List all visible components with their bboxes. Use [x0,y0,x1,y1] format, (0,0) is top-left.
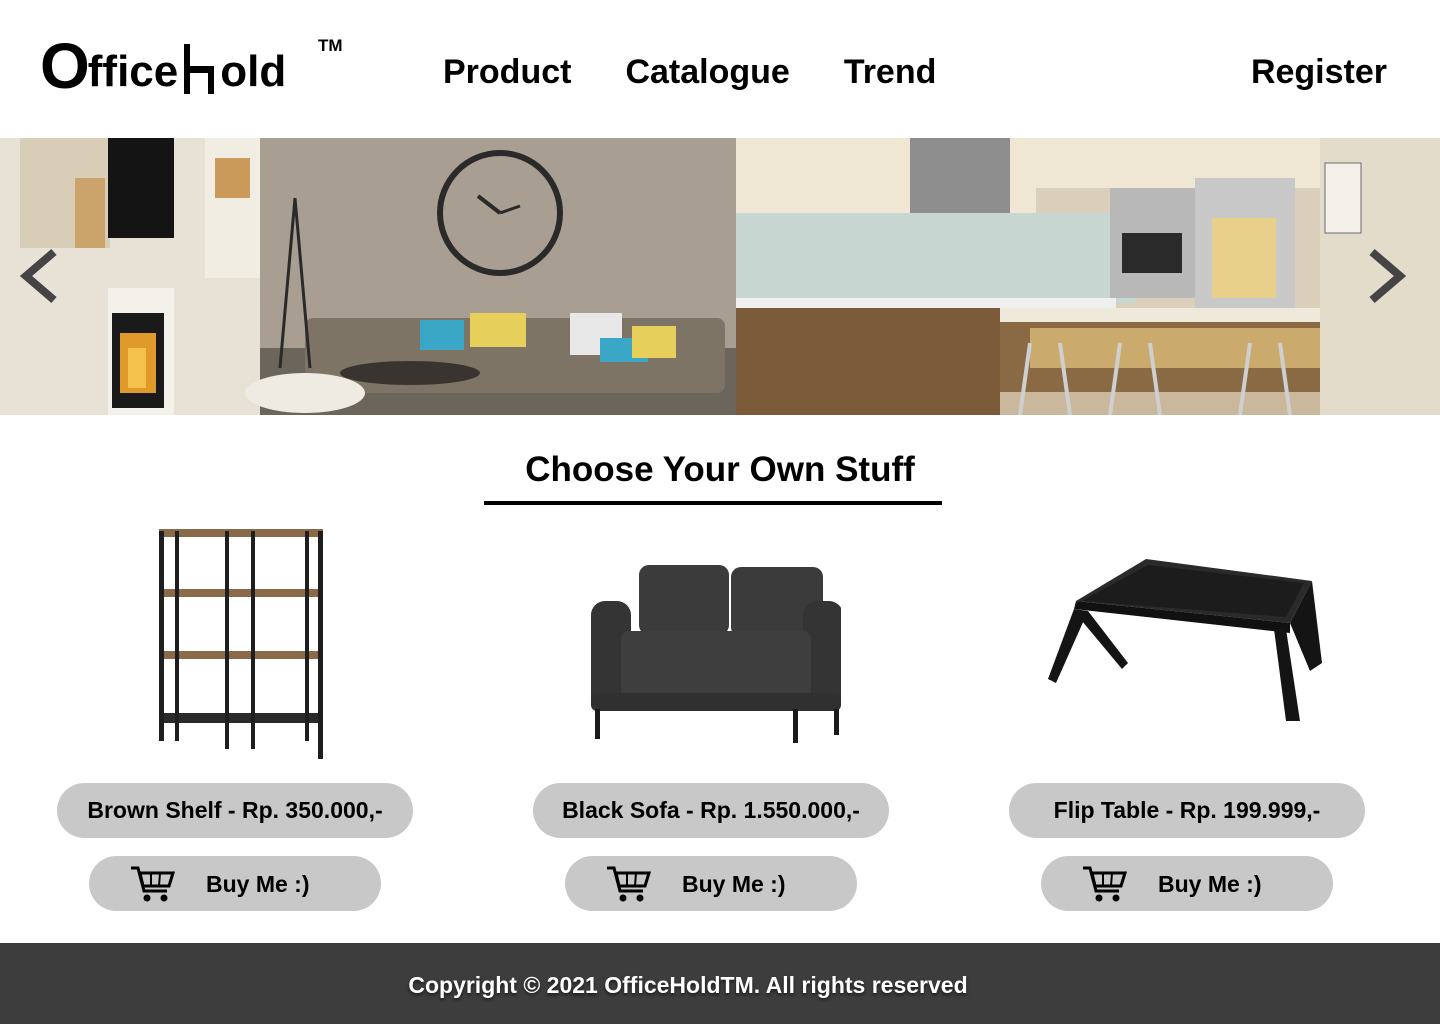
shopping-cart-icon [607,866,651,902]
logo-wordmark: ffice old [88,44,286,94]
hero-image [0,138,1440,415]
nav-catalogue[interactable]: Catalogue [625,52,789,92]
nav-trend[interactable]: Trend [844,52,937,92]
product-image[interactable] [533,520,889,765]
sofa-image [591,564,841,743]
chevron-right-icon[interactable] [1362,246,1410,306]
buy-button-label: Buy Me :) [682,871,786,897]
product-price-label: Black Sofa - Rp. 1.550.000,- [533,783,889,838]
site-footer: Copyright © 2021 OfficeHoldTM. All right… [0,943,1440,1024]
product-card: Brown Shelf - Rp. 350.000,- Buy Me :) [57,520,413,911]
product-price-label: Flip Table - Rp. 199.999,- [1009,783,1365,838]
buy-button-label: Buy Me :) [1158,871,1262,897]
product-card: Flip Table - Rp. 199.999,- Buy Me :) [1009,520,1365,911]
shopping-cart-icon [1083,866,1127,902]
site-header: O ffice old TM Product Catalogue Trend R… [0,0,1440,138]
buy-button[interactable]: Buy Me :) [565,856,857,911]
shelf-image [159,528,323,759]
section-title: Choose Your Own Stuff [525,450,915,489]
table-image [1048,558,1322,721]
buy-button-label: Buy Me :) [206,871,310,897]
title-underline [484,501,942,505]
buy-button[interactable]: Buy Me :) [89,856,381,911]
product-card: Black Sofa - Rp. 1.550.000,- Buy Me :) [533,520,889,911]
logo-letter-o: O [40,30,90,102]
chair-icon [184,44,215,94]
copyright-text: Copyright © 2021 OfficeHoldTM. All right… [408,972,968,998]
officehold-logo[interactable]: O ffice old TM [40,30,343,102]
logo-text-old: old [220,47,287,96]
chevron-left-icon[interactable] [16,246,64,306]
main-nav: Product Catalogue Trend [443,52,936,92]
logo-trademark: TM [318,36,343,55]
product-price-label: Brown Shelf - Rp. 350.000,- [57,783,413,838]
register-link[interactable]: Register [1251,52,1387,92]
hero-banner [0,138,1440,415]
product-image[interactable] [57,520,413,765]
product-image[interactable] [1009,520,1365,765]
buy-button[interactable]: Buy Me :) [1041,856,1333,911]
shopping-cart-icon [131,866,175,902]
logo-text-ffice: ffice [87,47,179,96]
nav-product[interactable]: Product [443,52,571,92]
